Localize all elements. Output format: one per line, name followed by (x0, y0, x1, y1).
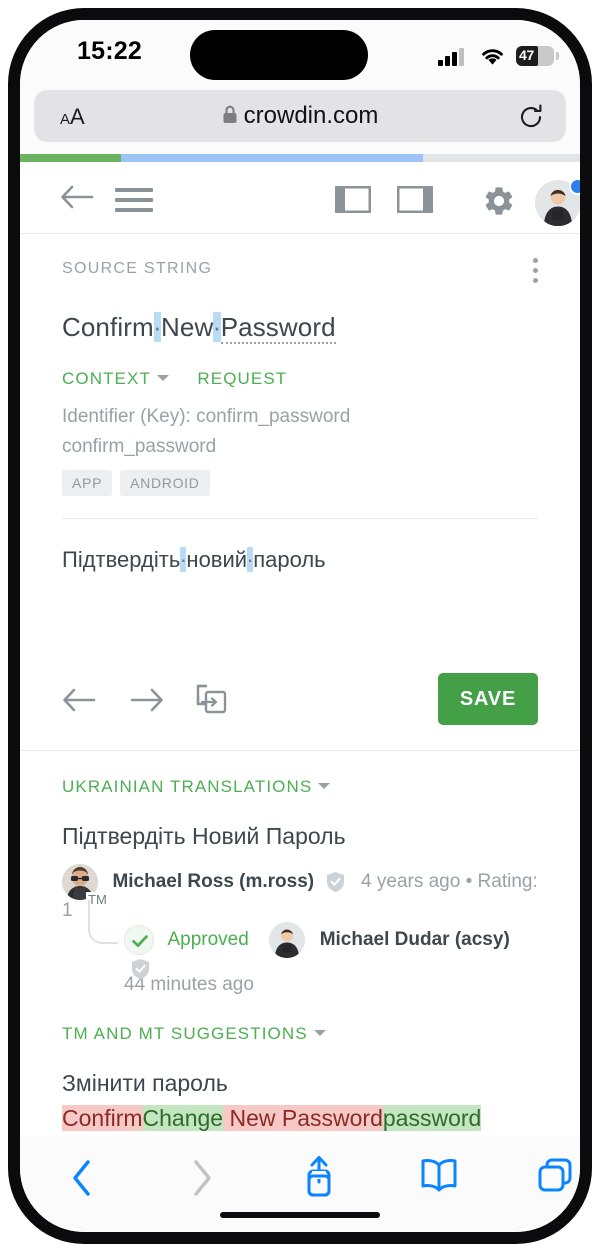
next-string-icon[interactable] (130, 685, 164, 715)
phone-screen: 15:22 47 AA crowdin.com SOURCE STRING Co… (20, 20, 580, 1232)
context-tabs: CONTEXT REQUEST (62, 369, 538, 389)
whitespace-marker (153, 312, 162, 342)
wifi-icon (482, 49, 503, 65)
translation-word-1: Підтвердіть (62, 547, 181, 573)
approver-avatar[interactable] (269, 922, 306, 959)
chevron-down-icon (313, 1030, 326, 1037)
check-icon (124, 925, 154, 956)
url-field[interactable]: AA crowdin.com (34, 90, 566, 142)
phone-frame: 15:22 47 AA crowdin.com SOURCE STRING Co… (8, 8, 592, 1244)
suggestion-text: Змінити пароль (62, 1070, 228, 1097)
chevron-down-icon (318, 783, 331, 790)
divider (62, 518, 538, 520)
lock-icon (223, 105, 237, 123)
tm-mt-suggestions-header[interactable]: TM AND MT SUGGESTIONS (62, 1024, 538, 1044)
safari-bottom-toolbar (20, 1136, 580, 1232)
translation-progress-bar (20, 154, 580, 162)
previous-string-icon[interactable] (62, 685, 96, 715)
tag-android: ANDROID (120, 470, 210, 497)
translation-input[interactable]: Підтвердіть новий пароль (62, 547, 538, 573)
url-text: crowdin.com (243, 102, 379, 129)
save-button[interactable]: SAVE (438, 673, 538, 726)
verified-shield-icon (326, 872, 344, 893)
app-back-icon[interactable] (60, 182, 94, 212)
diff-inserted-2: password (382, 1105, 482, 1132)
safari-url-bar: AA crowdin.com (20, 82, 580, 154)
key-line: confirm_password (62, 435, 217, 457)
approved-label: Approved (167, 929, 249, 951)
suggestion-diff: ConfirmChange New Passwordpassword (62, 1105, 538, 1132)
whitespace-marker (213, 312, 221, 342)
suggestions-section: TM AND MT SUGGESTIONS Змінити пароль Con… (20, 996, 580, 1132)
progress-translated-segment (20, 154, 121, 162)
ukrainian-translations-header[interactable]: UKRAINIAN TRANSLATIONS (62, 777, 538, 797)
notification-dot[interactable] (569, 178, 580, 195)
chevron-down-icon (156, 375, 169, 381)
more-options-icon[interactable] (533, 258, 538, 288)
diff-inserted-1: Change (142, 1105, 224, 1132)
hamburger-menu-icon[interactable] (115, 188, 153, 218)
dynamic-island (190, 30, 368, 80)
toggle-right-panel-icon[interactable] (397, 186, 433, 213)
safari-back-icon[interactable] (70, 1158, 94, 1198)
tm-mt-suggestions-label: TM AND MT SUGGESTIONS (62, 1024, 308, 1044)
editor-action-bar: SAVE (20, 659, 580, 752)
ios-status-bar: 15:22 47 (20, 20, 580, 82)
app-toolbar (20, 162, 580, 234)
translation-word-3: пароль (253, 547, 326, 573)
approval-row: Approved Michael Dudar (acsy) (88, 900, 538, 980)
home-indicator (220, 1212, 380, 1218)
cellular-signal-icon (438, 48, 464, 66)
share-icon[interactable] (303, 1154, 335, 1198)
diff-deleted-2: New Password (223, 1105, 383, 1132)
ukrainian-translations-label: UKRAINIAN TRANSLATIONS (62, 777, 313, 797)
approval-time: 44 minutes ago (124, 974, 254, 996)
tab-context[interactable]: CONTEXT (62, 369, 169, 389)
safari-forward-icon (194, 1160, 211, 1196)
source-word-2: New (161, 312, 214, 342)
gear-icon[interactable] (482, 184, 516, 218)
status-bar-time: 15:22 (77, 37, 142, 65)
approval-connector-line (88, 900, 118, 945)
context-tags: APP ANDROID (62, 470, 538, 497)
identifier-line: Identifier (Key): confirm_password (62, 406, 351, 427)
source-string-section: SOURCE STRING Confirm New Password CONTE… (20, 234, 580, 520)
reload-icon[interactable] (518, 104, 544, 130)
verified-shield-icon (132, 959, 149, 980)
battery-level-text: 47 (519, 47, 534, 63)
translation-entry-text: Підтвердіть Новий Пароль (62, 823, 346, 850)
translation-word-2: новий (186, 547, 248, 573)
whitespace-marker (247, 547, 254, 573)
tab-request[interactable]: REQUEST (197, 369, 287, 389)
translation-editor[interactable]: Підтвердіть новий пароль (20, 519, 580, 659)
source-string-text: Confirm New Password (62, 312, 538, 344)
crowdin-webview: SOURCE STRING Confirm New Password CONTE… (20, 154, 580, 1136)
toggle-left-panel-icon[interactable] (335, 186, 371, 213)
battery-icon: 47 (516, 46, 554, 66)
url-text-container: crowdin.com (34, 102, 566, 130)
translation-author-row: TM Michael Ross (m.ross) 4 years ago • R… (62, 864, 538, 921)
progress-approved-segment (120, 154, 424, 162)
tag-app: APP (62, 470, 113, 497)
copy-source-icon[interactable] (195, 683, 229, 717)
tabs-icon[interactable] (538, 1158, 572, 1192)
source-word-3: Password (220, 312, 336, 344)
approver-name: Michael Dudar (acsy) (319, 929, 510, 951)
source-word-1: Confirm (62, 312, 154, 342)
battery-cap-icon (556, 52, 559, 60)
source-string-label: SOURCE STRING (62, 260, 213, 277)
whitespace-marker (180, 547, 187, 573)
book-icon[interactable] (420, 1158, 458, 1192)
tab-context-label: CONTEXT (62, 369, 151, 388)
diff-deleted-1: Confirm (62, 1105, 143, 1132)
translations-section: UKRAINIAN TRANSLATIONS Підтвердіть Новий… (20, 751, 580, 996)
author-name: Michael Ross (m.ross) (112, 871, 315, 893)
